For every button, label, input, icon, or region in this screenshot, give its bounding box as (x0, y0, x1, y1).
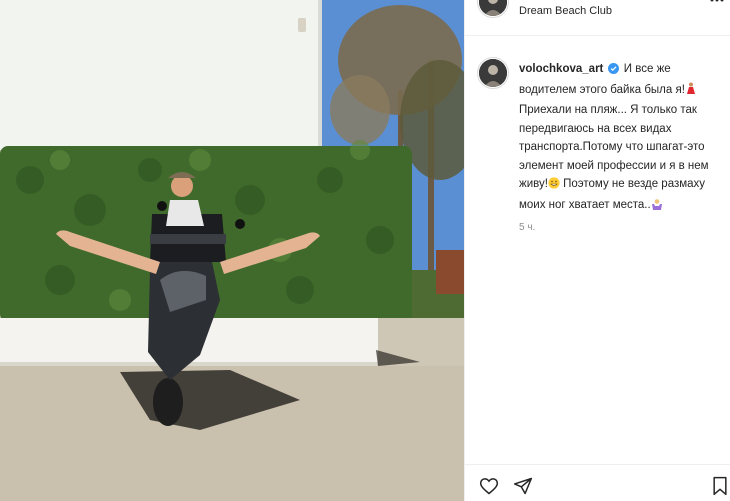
verified-badge-icon (607, 62, 619, 81)
grinning-sweat-emoji-icon (548, 177, 560, 196)
post-location[interactable]: Dream Beach Club (519, 5, 612, 17)
post-side-panel: Dream Beach Club volochkova_art И все же… (464, 0, 730, 501)
caption-text: volochkova_art И все же водителем этого … (519, 60, 723, 216)
post-photo[interactable] (0, 0, 464, 501)
caption-username[interactable]: volochkova_art (519, 63, 603, 75)
dancer-emoji-icon (685, 82, 696, 102)
caption-author-avatar[interactable] (477, 57, 509, 89)
post-timestamp: 5 ч. (519, 222, 536, 233)
heart-icon[interactable] (479, 476, 499, 501)
avatar-image (479, 59, 507, 87)
post-header: Dream Beach Club (465, 0, 730, 36)
person-shrugging-emoji-icon (651, 198, 663, 217)
paper-plane-icon[interactable] (513, 476, 533, 501)
bookmark-icon[interactable] (711, 476, 729, 501)
avatar-image (479, 0, 507, 16)
action-bar (465, 464, 730, 501)
author-avatar[interactable] (477, 0, 509, 18)
more-options-icon[interactable] (709, 0, 725, 13)
photo-scene (0, 0, 464, 501)
